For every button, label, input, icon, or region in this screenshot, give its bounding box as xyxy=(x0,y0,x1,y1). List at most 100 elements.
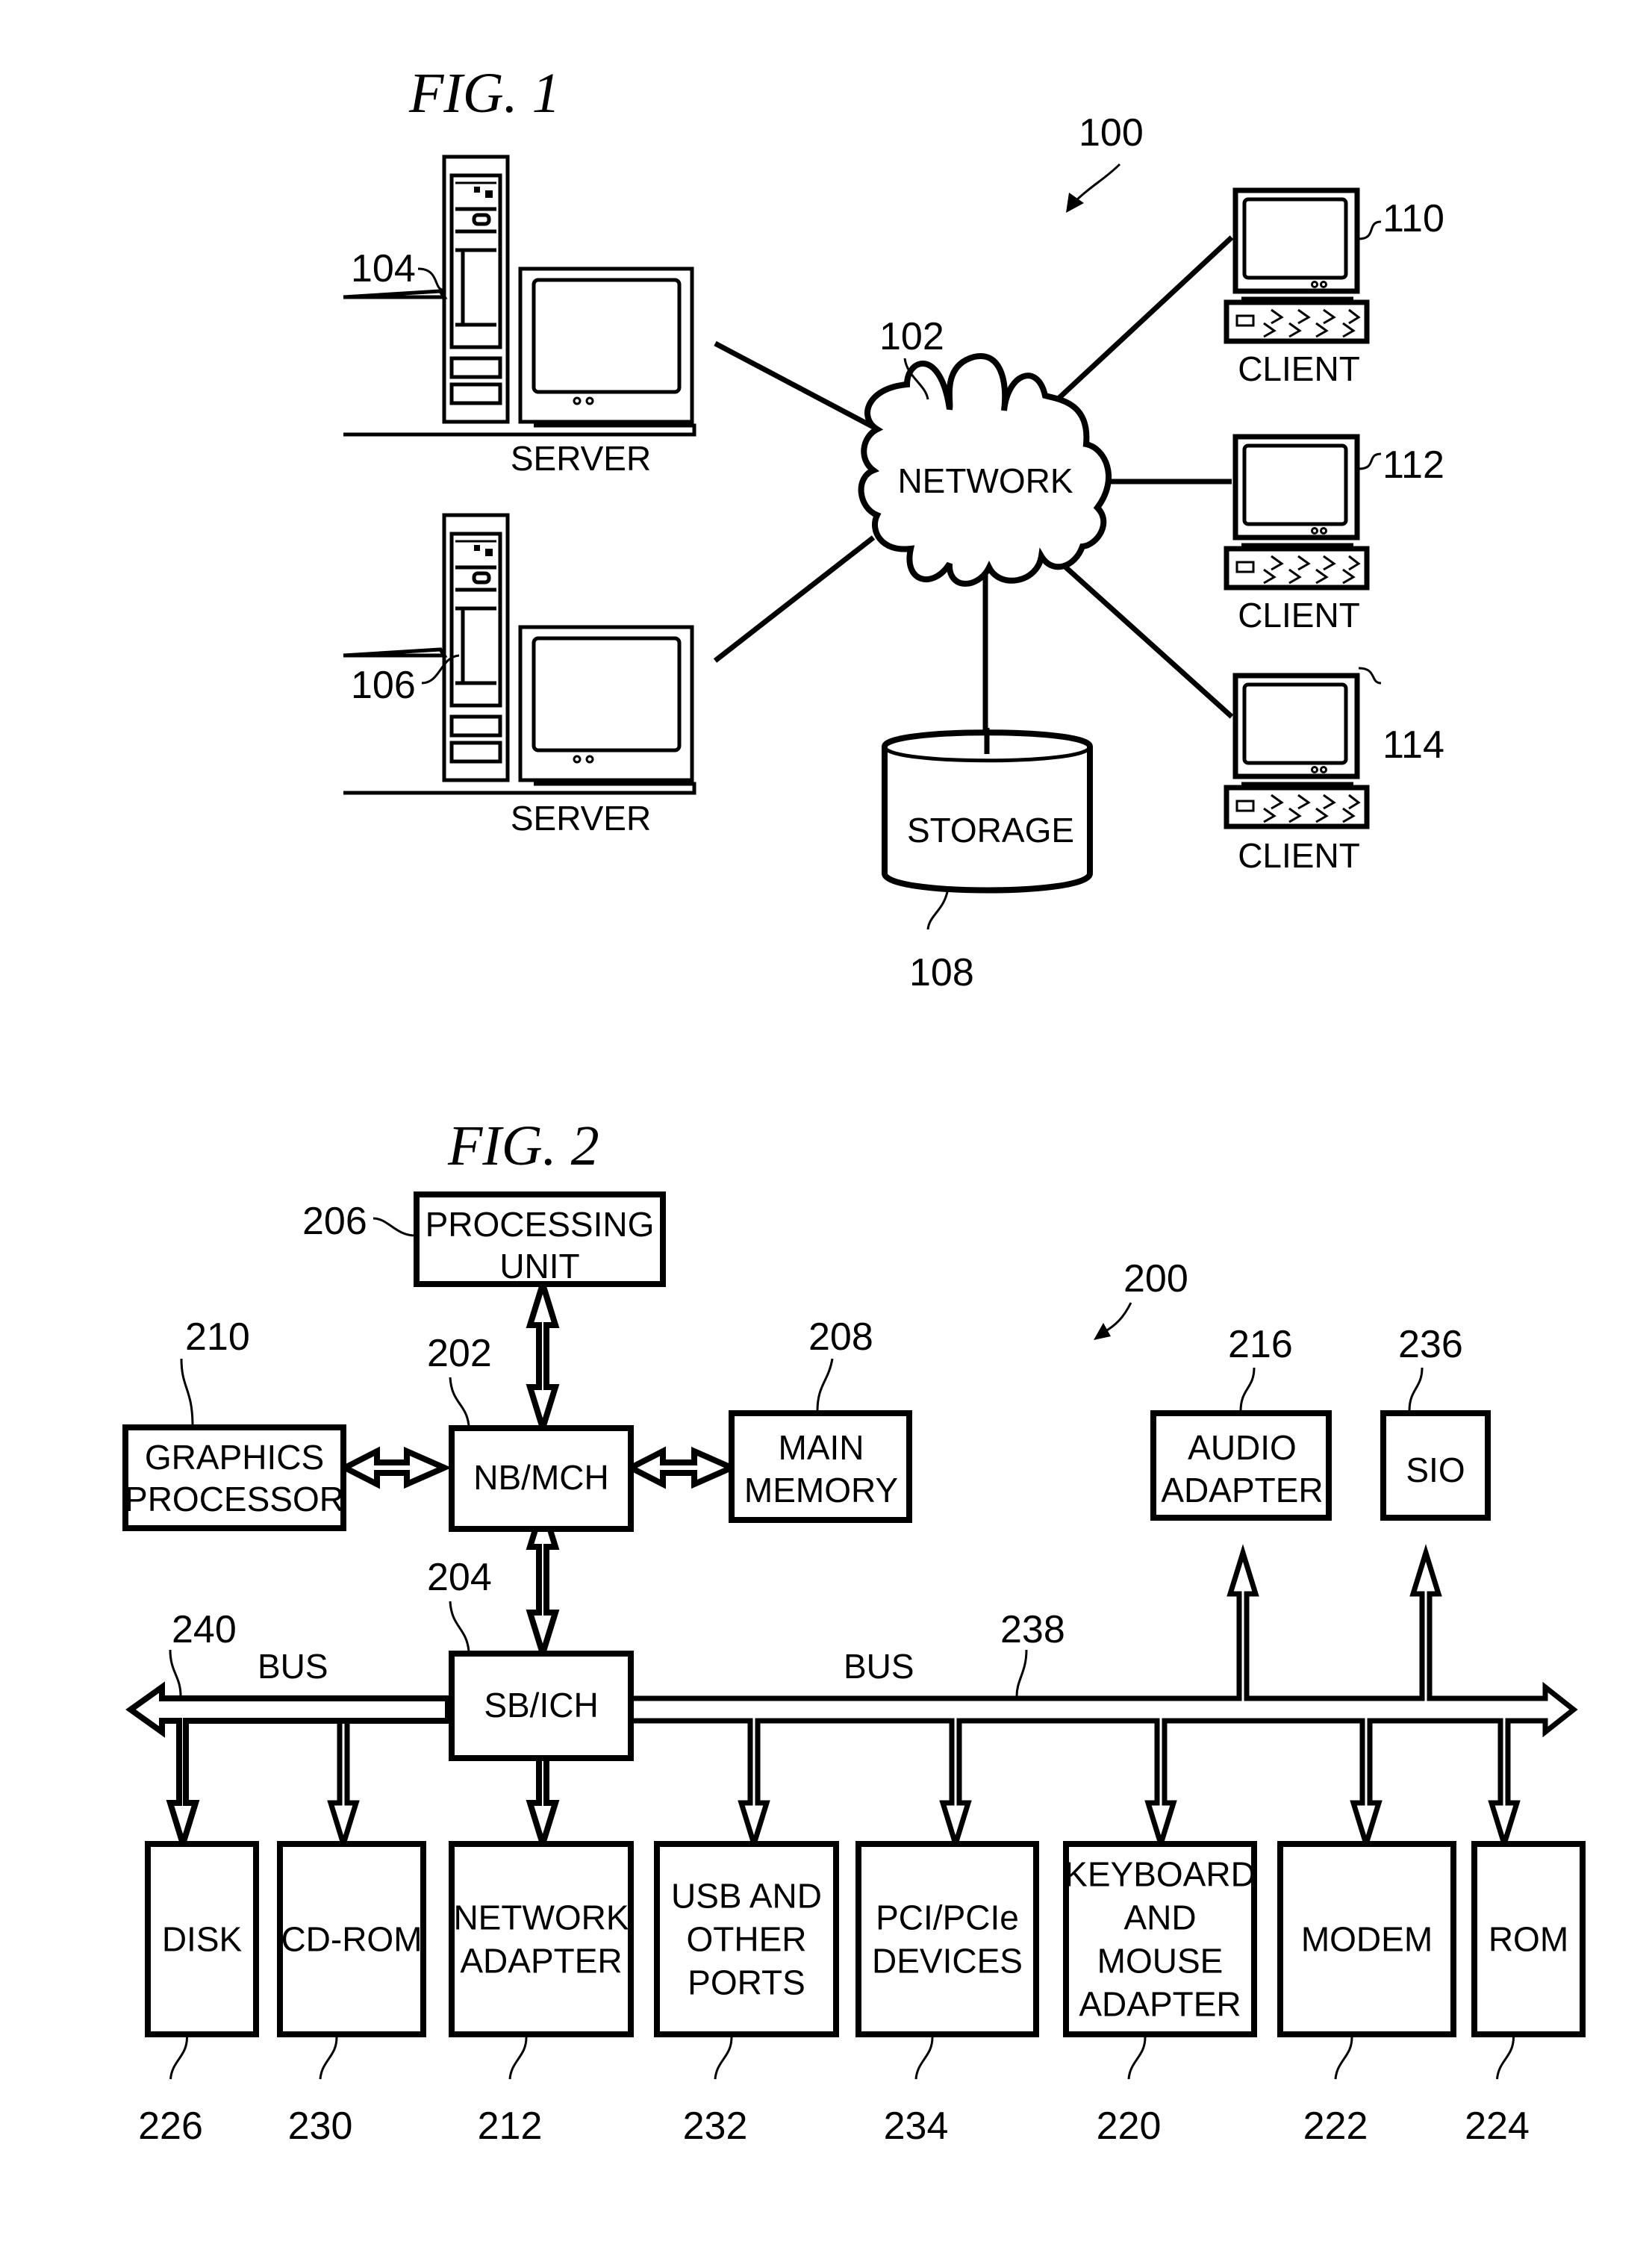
double-arrow-gp-nb xyxy=(338,1446,452,1489)
device-ref: 220 xyxy=(1097,2105,1162,2148)
device-label-line: DEVICES xyxy=(872,1942,1023,1981)
fig2-title: FIG. 2 xyxy=(447,1115,599,1177)
device-ref: 212 xyxy=(478,2105,543,2148)
bus-arrow xyxy=(125,1681,451,1854)
sb-ich-204: SB/ICH 204 xyxy=(427,1556,634,1761)
link-client-114 xyxy=(1043,546,1234,719)
bus-right-leader xyxy=(1015,1649,1028,1697)
device-label-line: USB AND xyxy=(671,1877,822,1916)
device-leader xyxy=(714,2037,733,2080)
server-icon xyxy=(343,157,694,434)
network-ref: 102 xyxy=(879,315,944,358)
graphics-processor-210: GRAPHICS PROCESSOR 210 xyxy=(122,1315,346,1531)
server-icon xyxy=(343,515,694,793)
device-234: PCI/PCIe DEVICES 234 xyxy=(855,1841,1039,2148)
graphics-processor-label-line2: PROCESSOR xyxy=(125,1480,344,1518)
bus-right-ref: 238 xyxy=(1000,1608,1065,1651)
graphics-processor-leader xyxy=(180,1358,194,1427)
device-label-line: MOUSE xyxy=(1097,1942,1224,1981)
audio-adapter-label-line1: AUDIO xyxy=(1188,1428,1297,1467)
server-104: SERVER 104 xyxy=(343,157,694,478)
device-224: ROM 224 xyxy=(1465,1841,1586,2148)
device-label-line: ADAPTER xyxy=(460,1942,622,1981)
device-222: MODEM 222 xyxy=(1277,1841,1456,2148)
device-leader xyxy=(914,2037,934,2080)
device-box xyxy=(449,1841,634,2037)
device-label-line: KEYBOARD xyxy=(1065,1855,1256,1894)
device-leader xyxy=(1127,2037,1147,2080)
nb-mch-ref: 202 xyxy=(427,1332,492,1375)
client-computer-icon xyxy=(1226,190,1367,341)
main-memory-leader xyxy=(816,1358,834,1412)
figure-2: FIG. 2 200 PROCESSING UNIT 206 NB/MCH 20… xyxy=(122,1115,1586,2148)
audio-adapter-label-line2: ADAPTER xyxy=(1161,1471,1323,1510)
device-label-line: MODEM xyxy=(1301,1920,1433,1959)
bus-left-ref: 240 xyxy=(172,1608,237,1651)
device-label-line: PORTS xyxy=(688,1963,805,2002)
server-ref: 106 xyxy=(351,664,416,707)
storage-ref: 108 xyxy=(909,951,974,994)
client-114: CLIENT 114 xyxy=(1226,667,1444,875)
client-computer-icon xyxy=(1226,437,1367,588)
audio-adapter-leader xyxy=(1239,1367,1256,1412)
processing-unit-leader xyxy=(373,1217,416,1237)
device-ref: 222 xyxy=(1303,2105,1368,2148)
link-server-104 xyxy=(714,340,875,430)
sb-ich-ref: 204 xyxy=(427,1556,492,1599)
device-226: DISK 226 xyxy=(138,1841,259,2148)
storage-108: STORAGE 108 xyxy=(882,728,1093,994)
client-computer-icon xyxy=(1226,676,1367,826)
processing-unit-label-line2: UNIT xyxy=(499,1247,579,1286)
double-arrow-pu-nb xyxy=(526,1274,560,1439)
client-leader xyxy=(1358,452,1382,470)
main-memory-ref: 208 xyxy=(808,1315,873,1359)
device-box xyxy=(855,1841,1039,2037)
main-memory-208: MAIN MEMORY 208 xyxy=(729,1315,912,1523)
bus-left-label: BUS xyxy=(258,1647,328,1686)
device-ref: 232 xyxy=(683,2105,748,2148)
client-leader xyxy=(1358,667,1382,685)
device-ref: 234 xyxy=(884,2105,949,2148)
fig2-system-ref: 200 xyxy=(1123,1257,1188,1300)
device-label-line: CD-ROM xyxy=(281,1920,422,1959)
client-label: CLIENT xyxy=(1238,836,1360,875)
sio-ref: 236 xyxy=(1398,1323,1463,1366)
device-ref: 226 xyxy=(138,2105,203,2148)
device-label-line: PCI/PCIe xyxy=(876,1898,1019,1937)
sb-ich-label: SB/ICH xyxy=(484,1686,598,1725)
system-ref-arrow-icon xyxy=(1094,1302,1132,1340)
system-ref-arrow-icon xyxy=(1066,163,1121,213)
network-cloud: NETWORK 102 xyxy=(858,315,1112,587)
bus-left-leader xyxy=(169,1649,182,1697)
device-label-line: OTHER xyxy=(687,1920,807,1959)
link-client-110 xyxy=(1039,235,1234,417)
device-label-line: AND xyxy=(1123,1898,1196,1937)
device-ref: 224 xyxy=(1465,2105,1530,2148)
double-arrow-nb-mm xyxy=(624,1446,739,1489)
device-leader xyxy=(1496,2037,1515,2080)
processing-unit-ref: 206 xyxy=(302,1200,367,1243)
server-label: SERVER xyxy=(511,799,651,838)
graphics-processor-label-line1: GRAPHICS xyxy=(145,1438,324,1477)
client-112: CLIENT 112 xyxy=(1226,437,1444,635)
storage-leader xyxy=(926,888,950,930)
processing-unit-label-line1: PROCESSING xyxy=(426,1205,655,1244)
storage-label: STORAGE xyxy=(907,811,1074,850)
device-label-line: NETWORK xyxy=(453,1898,629,1937)
sio-label: SIO xyxy=(1406,1451,1465,1489)
audio-adapter-ref: 216 xyxy=(1228,1323,1293,1366)
device-label-line: ROM xyxy=(1489,1920,1568,1959)
client-ref: 110 xyxy=(1383,197,1444,240)
sb-ich-leader xyxy=(449,1601,470,1652)
server-label: SERVER xyxy=(511,439,651,478)
fig1-title: FIG. 1 xyxy=(408,62,561,125)
sio-leader xyxy=(1408,1367,1424,1412)
client-leader xyxy=(1358,220,1382,240)
nb-mch-label: NB/MCH xyxy=(473,1458,608,1497)
device-ref: 230 xyxy=(288,2105,353,2148)
network-label: NETWORK xyxy=(897,461,1073,500)
device-232: USB AND OTHER PORTS 232 xyxy=(654,1841,839,2148)
figure-1: FIG. 1 100 NETWORK 102 SERVER 104 SERVER… xyxy=(343,62,1444,994)
patent-drawing-sheet: FIG. 1 100 NETWORK 102 SERVER 104 SERVER… xyxy=(122,62,1586,2148)
device-leader xyxy=(1334,2037,1353,2080)
